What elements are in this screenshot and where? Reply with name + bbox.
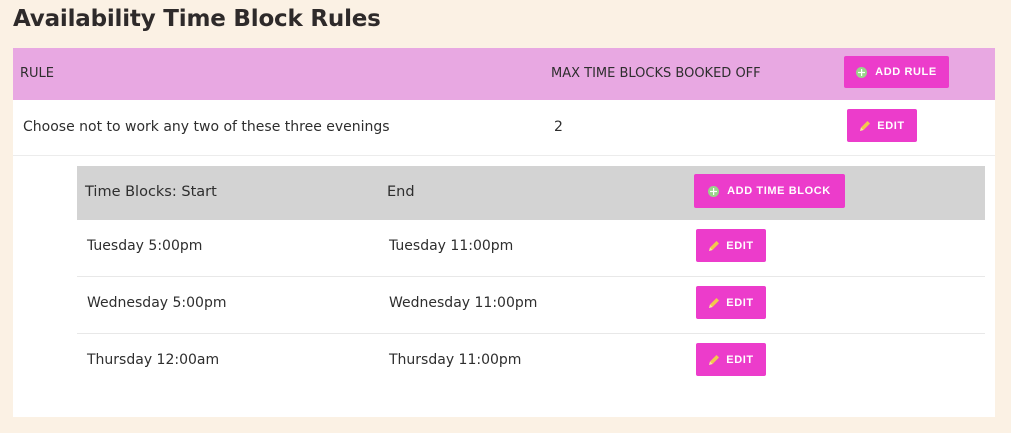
rules-panel: RULE MAX TIME BLOCKS BOOKED OFF ADD RULE… — [13, 48, 995, 417]
max-blocks-column-header: MAX TIME BLOCKS BOOKED OFF — [551, 66, 761, 81]
edit-rule-button[interactable]: EDIT — [847, 109, 917, 142]
edit-time-block-label: EDIT — [726, 239, 754, 252]
time-block-end: Thursday 11:00pm — [389, 352, 522, 368]
pencil-icon — [708, 354, 720, 366]
time-block-start: Thursday 12:00am — [87, 352, 220, 368]
page-title: Availability Time Block Rules — [13, 6, 381, 32]
time-block-end: Wednesday 11:00pm — [389, 295, 538, 311]
time-blocks-start-header: Time Blocks: Start — [85, 184, 217, 200]
time-blocks-header: Time Blocks: Start End ADD TIME BLOCK — [77, 166, 985, 220]
edit-time-block-button[interactable]: EDIT — [696, 286, 766, 319]
edit-time-block-button[interactable]: EDIT — [696, 343, 766, 376]
edit-rule-label: EDIT — [877, 119, 905, 132]
add-rule-button[interactable]: ADD RULE — [844, 56, 949, 88]
time-blocks-end-header: End — [387, 184, 415, 200]
pencil-icon — [708, 240, 720, 252]
add-rule-label: ADD RULE — [875, 66, 937, 78]
edit-time-block-label: EDIT — [726, 353, 754, 366]
rule-description: Choose not to work any two of these thre… — [23, 119, 390, 135]
time-block-start: Tuesday 5:00pm — [87, 238, 203, 254]
plus-circle-icon — [856, 66, 868, 78]
add-time-block-label: ADD TIME BLOCK — [727, 185, 831, 197]
time-block-row: Tuesday 5:00pm Tuesday 11:00pm EDIT — [77, 220, 985, 277]
rule-max-blocks: 2 — [554, 119, 563, 135]
edit-time-block-label: EDIT — [726, 296, 754, 309]
pencil-icon — [708, 297, 720, 309]
time-block-end: Tuesday 11:00pm — [389, 238, 514, 254]
plus-circle-icon — [708, 185, 720, 197]
time-block-row: Wednesday 5:00pm Wednesday 11:00pm EDIT — [77, 277, 985, 334]
time-block-row: Thursday 12:00am Thursday 11:00pm EDIT — [77, 334, 985, 391]
rules-table-header: RULE MAX TIME BLOCKS BOOKED OFF ADD RULE — [13, 48, 995, 100]
pencil-icon — [859, 120, 871, 132]
rule-row: Choose not to work any two of these thre… — [13, 100, 995, 156]
rule-column-header: RULE — [20, 66, 55, 81]
add-time-block-button[interactable]: ADD TIME BLOCK — [694, 174, 845, 208]
time-block-start: Wednesday 5:00pm — [87, 295, 227, 311]
edit-time-block-button[interactable]: EDIT — [696, 229, 766, 262]
